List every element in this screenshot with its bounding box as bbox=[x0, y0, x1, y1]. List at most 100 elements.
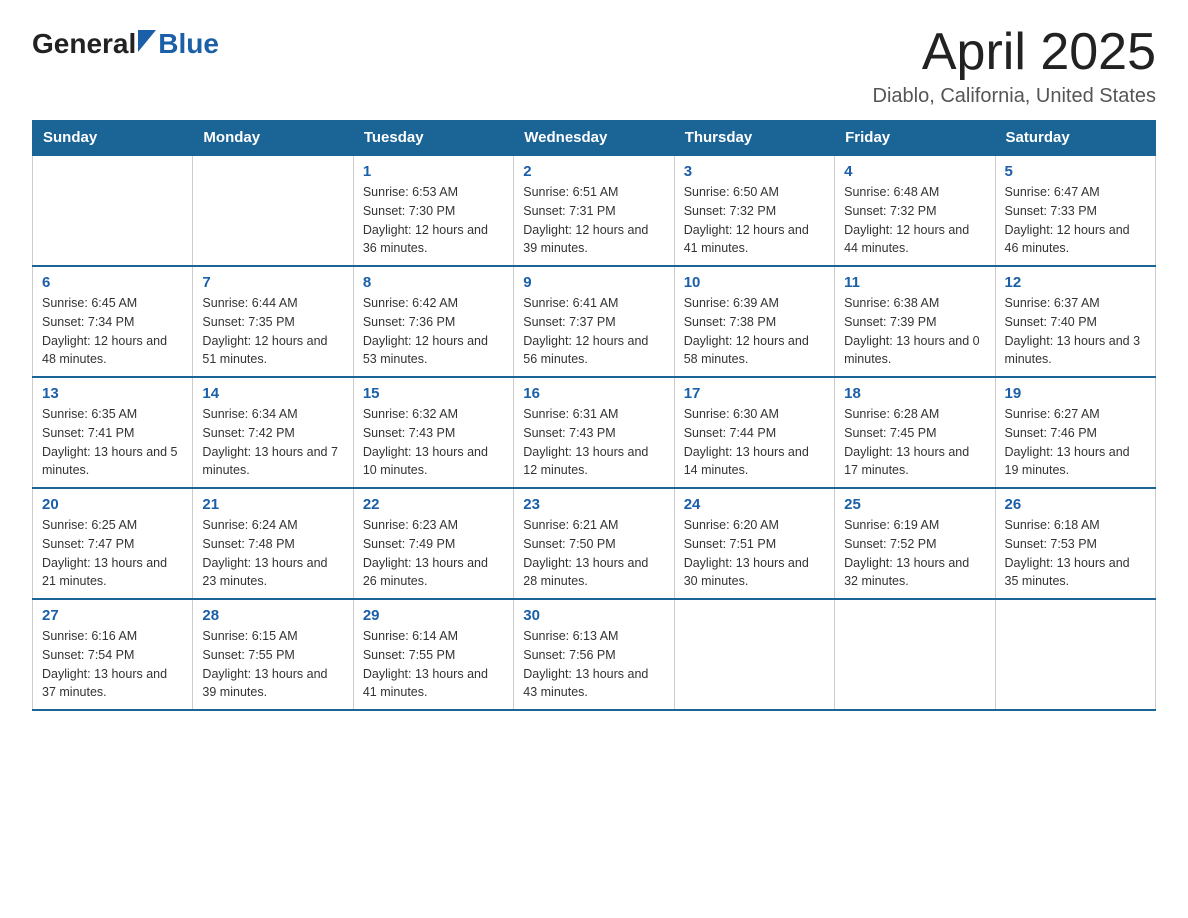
day-cell: 19 Sunrise: 6:27 AMSunset: 7:46 PMDayligh… bbox=[995, 377, 1155, 488]
day-cell: 11 Sunrise: 6:38 AMSunset: 7:39 PMDayligh… bbox=[835, 266, 995, 377]
col-header-monday: Monday bbox=[193, 121, 353, 156]
day-number: 13 bbox=[42, 385, 183, 402]
day-cell: 24 Sunrise: 6:20 AMSunset: 7:51 PMDayligh… bbox=[674, 488, 834, 599]
day-cell: 15 Sunrise: 6:32 AMSunset: 7:43 PMDayligh… bbox=[353, 377, 513, 488]
day-cell: 4 Sunrise: 6:48 AMSunset: 7:32 PMDaylight… bbox=[835, 155, 995, 266]
day-number: 8 bbox=[363, 274, 504, 291]
page-title: April 2025 bbox=[873, 24, 1156, 81]
day-number: 25 bbox=[844, 496, 985, 513]
day-cell: 25 Sunrise: 6:19 AMSunset: 7:52 PMDayligh… bbox=[835, 488, 995, 599]
day-detail: Sunrise: 6:39 AMSunset: 7:38 PMDaylight:… bbox=[684, 294, 825, 369]
day-detail: Sunrise: 6:45 AMSunset: 7:34 PMDaylight:… bbox=[42, 294, 183, 369]
day-detail: Sunrise: 6:47 AMSunset: 7:33 PMDaylight:… bbox=[1005, 183, 1146, 258]
day-detail: Sunrise: 6:28 AMSunset: 7:45 PMDaylight:… bbox=[844, 405, 985, 480]
day-cell bbox=[33, 155, 193, 266]
day-number: 29 bbox=[363, 607, 504, 624]
day-cell: 17 Sunrise: 6:30 AMSunset: 7:44 PMDayligh… bbox=[674, 377, 834, 488]
day-detail: Sunrise: 6:53 AMSunset: 7:30 PMDaylight:… bbox=[363, 183, 504, 258]
day-number: 17 bbox=[684, 385, 825, 402]
day-number: 9 bbox=[523, 274, 664, 291]
day-number: 28 bbox=[202, 607, 343, 624]
day-number: 10 bbox=[684, 274, 825, 291]
day-detail: Sunrise: 6:34 AMSunset: 7:42 PMDaylight:… bbox=[202, 405, 343, 480]
logo: General Blue bbox=[32, 28, 219, 60]
day-cell bbox=[674, 599, 834, 710]
day-cell: 6 Sunrise: 6:45 AMSunset: 7:34 PMDaylight… bbox=[33, 266, 193, 377]
day-number: 16 bbox=[523, 385, 664, 402]
day-number: 3 bbox=[684, 163, 825, 180]
day-cell: 27 Sunrise: 6:16 AMSunset: 7:54 PMDayligh… bbox=[33, 599, 193, 710]
day-detail: Sunrise: 6:30 AMSunset: 7:44 PMDaylight:… bbox=[684, 405, 825, 480]
day-detail: Sunrise: 6:50 AMSunset: 7:32 PMDaylight:… bbox=[684, 183, 825, 258]
day-cell: 14 Sunrise: 6:34 AMSunset: 7:42 PMDayligh… bbox=[193, 377, 353, 488]
day-number: 11 bbox=[844, 274, 985, 291]
day-number: 18 bbox=[844, 385, 985, 402]
day-detail: Sunrise: 6:42 AMSunset: 7:36 PMDaylight:… bbox=[363, 294, 504, 369]
day-detail: Sunrise: 6:23 AMSunset: 7:49 PMDaylight:… bbox=[363, 516, 504, 591]
day-cell: 10 Sunrise: 6:39 AMSunset: 7:38 PMDayligh… bbox=[674, 266, 834, 377]
day-number: 24 bbox=[684, 496, 825, 513]
col-header-thursday: Thursday bbox=[674, 121, 834, 156]
day-detail: Sunrise: 6:27 AMSunset: 7:46 PMDaylight:… bbox=[1005, 405, 1146, 480]
day-detail: Sunrise: 6:19 AMSunset: 7:52 PMDaylight:… bbox=[844, 516, 985, 591]
day-detail: Sunrise: 6:48 AMSunset: 7:32 PMDaylight:… bbox=[844, 183, 985, 258]
day-cell: 12 Sunrise: 6:37 AMSunset: 7:40 PMDayligh… bbox=[995, 266, 1155, 377]
day-cell: 23Sunrise: 6:21 AMSunset: 7:50 PMDayligh… bbox=[514, 488, 674, 599]
day-number: 7 bbox=[202, 274, 343, 291]
day-cell: 16 Sunrise: 6:31 AMSunset: 7:43 PMDayligh… bbox=[514, 377, 674, 488]
col-header-friday: Friday bbox=[835, 121, 995, 156]
day-detail: Sunrise: 6:35 AMSunset: 7:41 PMDaylight:… bbox=[42, 405, 183, 480]
day-number: 6 bbox=[42, 274, 183, 291]
col-header-saturday: Saturday bbox=[995, 121, 1155, 156]
day-number: 21 bbox=[202, 496, 343, 513]
title-block: April 2025 Diablo, California, United St… bbox=[873, 24, 1156, 108]
day-detail: Sunrise: 6:31 AMSunset: 7:43 PMDaylight:… bbox=[523, 405, 664, 480]
day-number: 22 bbox=[363, 496, 504, 513]
day-cell: 5 Sunrise: 6:47 AMSunset: 7:33 PMDaylight… bbox=[995, 155, 1155, 266]
page-subtitle: Diablo, California, United States bbox=[873, 85, 1156, 108]
day-cell: 21 Sunrise: 6:24 AMSunset: 7:48 PMDayligh… bbox=[193, 488, 353, 599]
calendar-header-row: SundayMondayTuesdayWednesdayThursdayFrid… bbox=[33, 121, 1156, 156]
logo-general: General bbox=[32, 28, 136, 60]
logo-blue: Blue bbox=[158, 28, 219, 60]
logo-triangle-icon bbox=[138, 30, 156, 58]
day-cell bbox=[193, 155, 353, 266]
day-detail: Sunrise: 6:13 AMSunset: 7:56 PMDaylight:… bbox=[523, 627, 664, 702]
day-number: 4 bbox=[844, 163, 985, 180]
day-detail: Sunrise: 6:44 AMSunset: 7:35 PMDaylight:… bbox=[202, 294, 343, 369]
day-cell: 18 Sunrise: 6:28 AMSunset: 7:45 PMDayligh… bbox=[835, 377, 995, 488]
day-number: 12 bbox=[1005, 274, 1146, 291]
day-number: 20 bbox=[42, 496, 183, 513]
day-cell: 2 Sunrise: 6:51 AMSunset: 7:31 PMDaylight… bbox=[514, 155, 674, 266]
day-detail: Sunrise: 6:20 AMSunset: 7:51 PMDaylight:… bbox=[684, 516, 825, 591]
day-detail: Sunrise: 6:51 AMSunset: 7:31 PMDaylight:… bbox=[523, 183, 664, 258]
day-cell: 22 Sunrise: 6:23 AMSunset: 7:49 PMDayligh… bbox=[353, 488, 513, 599]
day-number: 2 bbox=[523, 163, 664, 180]
day-cell: 3 Sunrise: 6:50 AMSunset: 7:32 PMDaylight… bbox=[674, 155, 834, 266]
col-header-wednesday: Wednesday bbox=[514, 121, 674, 156]
week-row-2: 6 Sunrise: 6:45 AMSunset: 7:34 PMDaylight… bbox=[33, 266, 1156, 377]
day-detail: Sunrise: 6:16 AMSunset: 7:54 PMDaylight:… bbox=[42, 627, 183, 702]
day-cell bbox=[835, 599, 995, 710]
day-cell: 13 Sunrise: 6:35 AMSunset: 7:41 PMDayligh… bbox=[33, 377, 193, 488]
day-cell: 8 Sunrise: 6:42 AMSunset: 7:36 PMDaylight… bbox=[353, 266, 513, 377]
week-row-3: 13 Sunrise: 6:35 AMSunset: 7:41 PMDayligh… bbox=[33, 377, 1156, 488]
col-header-sunday: Sunday bbox=[33, 121, 193, 156]
day-cell: 9Sunrise: 6:41 AMSunset: 7:37 PMDaylight… bbox=[514, 266, 674, 377]
day-number: 27 bbox=[42, 607, 183, 624]
day-detail: Sunrise: 6:24 AMSunset: 7:48 PMDaylight:… bbox=[202, 516, 343, 591]
header: General Blue April 2025 Diablo, Californ… bbox=[32, 24, 1156, 108]
week-row-5: 27 Sunrise: 6:16 AMSunset: 7:54 PMDayligh… bbox=[33, 599, 1156, 710]
day-number: 19 bbox=[1005, 385, 1146, 402]
day-number: 5 bbox=[1005, 163, 1146, 180]
day-detail: Sunrise: 6:32 AMSunset: 7:43 PMDaylight:… bbox=[363, 405, 504, 480]
day-number: 15 bbox=[363, 385, 504, 402]
day-detail: Sunrise: 6:38 AMSunset: 7:39 PMDaylight:… bbox=[844, 294, 985, 369]
day-number: 26 bbox=[1005, 496, 1146, 513]
day-number: 30 bbox=[523, 607, 664, 624]
week-row-4: 20Sunrise: 6:25 AMSunset: 7:47 PMDayligh… bbox=[33, 488, 1156, 599]
calendar-table: SundayMondayTuesdayWednesdayThursdayFrid… bbox=[32, 120, 1156, 711]
day-number: 14 bbox=[202, 385, 343, 402]
day-cell: 28Sunrise: 6:15 AMSunset: 7:55 PMDayligh… bbox=[193, 599, 353, 710]
day-detail: Sunrise: 6:37 AMSunset: 7:40 PMDaylight:… bbox=[1005, 294, 1146, 369]
